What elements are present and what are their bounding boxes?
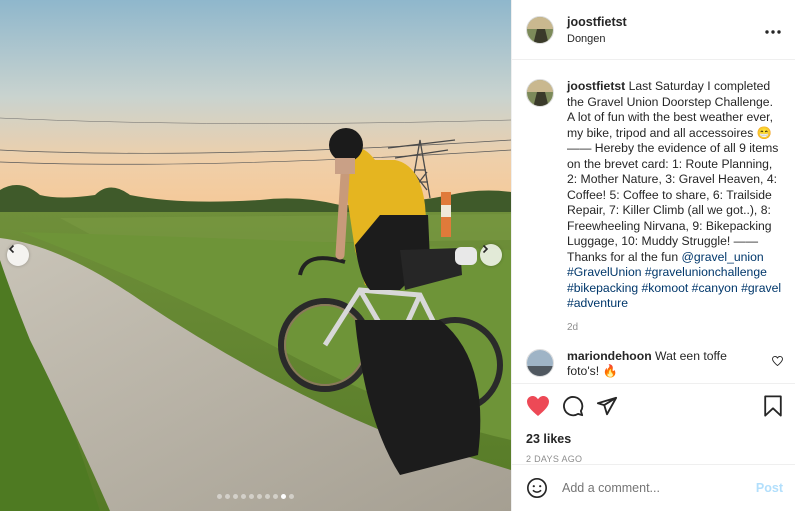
comments-list[interactable]: joostfietst Last Saturday I completed th… bbox=[512, 61, 795, 383]
heart-outline-icon bbox=[772, 355, 783, 366]
caption-text: joostfietst Last Saturday I completed th… bbox=[567, 79, 783, 312]
more-horizontal-icon bbox=[765, 29, 781, 34]
carousel-dot bbox=[241, 494, 246, 499]
comment-icon bbox=[563, 396, 584, 417]
save-button[interactable] bbox=[763, 395, 783, 417]
add-comment-bar: Post bbox=[512, 464, 795, 511]
chevron-right-icon bbox=[482, 244, 489, 254]
chevron-left-icon bbox=[8, 244, 15, 254]
carousel-indicator bbox=[0, 494, 511, 499]
caption: joostfietst Last Saturday I completed th… bbox=[526, 79, 783, 312]
cyclist-photo bbox=[0, 0, 511, 511]
more-options-button[interactable] bbox=[765, 21, 781, 39]
carousel-dot bbox=[273, 494, 278, 499]
carousel-dot bbox=[249, 494, 254, 499]
post-header: joostfietst Dongen bbox=[512, 0, 795, 60]
paper-plane-icon bbox=[596, 396, 618, 416]
post-location[interactable]: Dongen bbox=[567, 33, 765, 45]
post-author-username[interactable]: joostfietst bbox=[567, 15, 765, 29]
carousel-dot bbox=[281, 494, 286, 499]
carousel-dot bbox=[265, 494, 270, 499]
carousel-dot bbox=[217, 494, 222, 499]
emoji-button[interactable] bbox=[526, 477, 548, 499]
commenter-avatar[interactable] bbox=[526, 348, 554, 377]
carousel-dot bbox=[233, 494, 238, 499]
caption-hashtags[interactable]: #GravelUnion #gravelunionchallenge #bike… bbox=[567, 265, 781, 310]
comment-button[interactable] bbox=[562, 395, 584, 417]
avatar[interactable] bbox=[526, 15, 554, 44]
post-comment-button[interactable]: Post bbox=[756, 481, 783, 495]
comment-text: mariondehoon Wat een toffe foto's! 🔥 bbox=[567, 349, 757, 380]
comment-input[interactable] bbox=[562, 481, 756, 495]
instagram-post: joostfietst Dongen joostfietst Last Satu… bbox=[0, 0, 795, 511]
emoji-icon bbox=[527, 478, 547, 498]
post-photo[interactable] bbox=[0, 0, 511, 511]
caption-age: 2d bbox=[567, 321, 579, 333]
caption-avatar[interactable] bbox=[526, 79, 554, 107]
post-side-panel: joostfietst Dongen joostfietst Last Satu… bbox=[511, 0, 795, 511]
caption-mention[interactable]: @gravel_union bbox=[682, 250, 764, 264]
share-button[interactable] bbox=[596, 395, 618, 417]
carousel-next-button[interactable] bbox=[480, 244, 502, 266]
likes-count[interactable]: 23 likes bbox=[526, 432, 783, 446]
caption-username[interactable]: joostfietst bbox=[567, 79, 625, 93]
profile-photo bbox=[527, 349, 553, 376]
comment-username[interactable]: mariondehoon bbox=[567, 349, 652, 363]
bookmark-icon bbox=[764, 395, 782, 417]
like-button[interactable] bbox=[526, 395, 550, 417]
comment-item: mariondehoon Wat een toffe foto's! 🔥 bbox=[526, 348, 783, 380]
profile-photo bbox=[527, 16, 553, 43]
carousel-dot bbox=[257, 494, 262, 499]
post-date: 2 DAYS AGO bbox=[526, 454, 583, 464]
carousel-dot bbox=[225, 494, 230, 499]
profile-photo bbox=[527, 80, 553, 106]
post-actions: 23 likes 2 DAYS AGO bbox=[512, 383, 795, 464]
carousel-dot bbox=[289, 494, 294, 499]
caption-body: Last Saturday I completed the Gravel Uni… bbox=[567, 79, 779, 264]
carousel-prev-button[interactable] bbox=[7, 244, 29, 266]
like-comment-button[interactable] bbox=[772, 355, 783, 369]
heart-filled-icon bbox=[527, 396, 549, 416]
